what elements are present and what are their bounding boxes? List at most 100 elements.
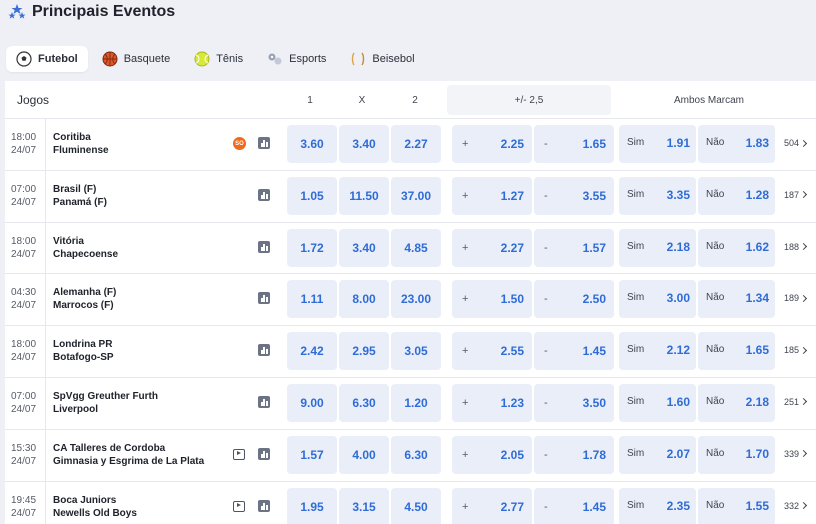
minus-label: -	[544, 448, 548, 461]
odd-draw-button[interactable]: 3.15	[339, 487, 389, 524]
stats-icon[interactable]	[258, 188, 270, 201]
match-teams[interactable]: SpVgg Greuther Furth Liverpool	[53, 390, 158, 416]
odd-home-button[interactable]: 3.60	[287, 125, 337, 163]
both-score-yes-button[interactable]: Sim 1.91	[619, 125, 696, 163]
home-team: Vitória	[53, 235, 84, 247]
stats-icon[interactable]	[258, 344, 270, 357]
stats-icon[interactable]	[258, 240, 270, 253]
tab-futebol[interactable]: Futebol	[6, 46, 88, 72]
more-markets-link[interactable]: 339	[784, 449, 808, 459]
tab-esports[interactable]: Esports	[257, 46, 336, 72]
both-score-yes-button[interactable]: Sim 3.35	[619, 176, 696, 215]
tab-beisebol[interactable]: Beisebol	[340, 46, 424, 72]
both-score-no-button[interactable]: Não 1.70	[698, 435, 775, 474]
more-markets-link[interactable]: 504	[784, 138, 808, 148]
match-teams[interactable]: Vitória Chapecoense	[53, 235, 118, 261]
tab-basquete[interactable]: Basquete	[92, 46, 180, 72]
live-stream-icon[interactable]	[233, 448, 245, 460]
match-teams[interactable]: Alemanha (F) Marrocos (F)	[53, 286, 116, 312]
under-button[interactable]: - 1.78	[534, 435, 614, 474]
more-markets-link[interactable]: 189	[784, 293, 808, 303]
both-score-no-button[interactable]: Não 1.34	[698, 280, 775, 319]
table-body: 18:00 24/07 Coritiba Fluminense SO 3.60 3.40 2.…	[5, 119, 816, 524]
special-offer-badge[interactable]: SO	[233, 137, 246, 150]
more-markets-link[interactable]: 185	[784, 345, 808, 355]
under-button[interactable]: - 3.55	[534, 176, 614, 215]
nao-odd: 1.83	[745, 136, 769, 150]
match-teams[interactable]: Coritiba Fluminense	[53, 131, 109, 157]
match-teams[interactable]: Brasil (F) Panamá (F)	[53, 183, 107, 209]
odd-home-button[interactable]: 1.05	[287, 176, 337, 215]
both-score-yes-button[interactable]: Sim 1.60	[619, 383, 696, 422]
both-score-no-button[interactable]: Não 1.55	[698, 487, 775, 524]
over-button[interactable]: +1.27	[452, 176, 532, 215]
both-score-no-button[interactable]: Não 1.28	[698, 176, 775, 215]
both-score-yes-button[interactable]: Sim 2.12	[619, 332, 696, 371]
minus-label: -	[544, 293, 548, 306]
odd-draw-button[interactable]: 3.40	[339, 125, 389, 163]
stats-icon[interactable]	[258, 499, 270, 512]
more-markets-link[interactable]: 187	[784, 190, 808, 200]
both-score-yes-button[interactable]: Sim 3.00	[619, 280, 696, 319]
odd-away-button[interactable]: 4.85	[391, 228, 441, 267]
over-button[interactable]: +2.55	[452, 332, 532, 371]
match-time: 15:30 24/07	[11, 442, 36, 468]
over-button[interactable]: +1.50	[452, 280, 532, 319]
under-button[interactable]: - 1.57	[534, 228, 614, 267]
odd-home-button[interactable]: 1.72	[287, 228, 337, 267]
stats-icon[interactable]	[258, 447, 270, 460]
more-markets-link[interactable]: 251	[784, 397, 808, 407]
both-score-no-button[interactable]: Não 1.83	[698, 125, 775, 163]
date-text: 24/07	[11, 403, 37, 415]
odd-away-button[interactable]: 4.50	[391, 487, 441, 524]
both-score-yes-button[interactable]: Sim 2.07	[619, 435, 696, 474]
odd-draw-button[interactable]: 2.95	[339, 332, 389, 371]
both-score-no-button[interactable]: Não 1.65	[698, 332, 775, 371]
odd-away-button[interactable]: 6.30	[391, 435, 441, 474]
stats-icon[interactable]	[258, 137, 270, 149]
match-teams[interactable]: CA Talleres de Cordoba Gimnasia y Esgrima…	[53, 442, 204, 468]
stats-icon[interactable]	[258, 292, 270, 305]
under-button[interactable]: - 1.45	[534, 332, 614, 371]
odd-home-button[interactable]: 9.00	[287, 383, 337, 422]
nao-label: Não	[706, 292, 725, 304]
over-button[interactable]: +1.23	[452, 383, 532, 422]
odd-draw-button[interactable]: 6.30	[339, 383, 389, 422]
nao-odd: 1.55	[745, 498, 769, 513]
odd-away-button[interactable]: 23.00	[391, 280, 441, 319]
under-button[interactable]: - 3.50	[534, 383, 614, 422]
live-stream-icon[interactable]	[233, 500, 245, 512]
match-teams[interactable]: Boca Juniors Newells Old Boys	[53, 494, 137, 520]
both-score-yes-button[interactable]: Sim 2.35	[619, 487, 696, 524]
odd-draw-button[interactable]: 8.00	[339, 280, 389, 319]
over-button[interactable]: +2.25	[452, 125, 532, 163]
over-button[interactable]: +2.27	[452, 228, 532, 267]
odd-home-button[interactable]: 1.95	[287, 487, 337, 524]
over-button[interactable]: +2.05	[452, 435, 532, 474]
more-markets-link[interactable]: 332	[784, 501, 808, 511]
home-team: CA Talleres de Cordoba	[53, 442, 166, 454]
tab-tenis[interactable]: Tênis	[184, 46, 253, 72]
odd-draw-button[interactable]: 3.40	[339, 228, 389, 267]
away-team: Newells Old Boys	[53, 507, 137, 519]
odd-away-button[interactable]: 37.00	[391, 176, 441, 215]
over-button[interactable]: +2.77	[452, 487, 532, 524]
match-teams[interactable]: Londrina PR Botafogo-SP	[53, 338, 114, 364]
both-score-no-button[interactable]: Não 1.62	[698, 228, 775, 267]
odd-home-button[interactable]: 2.42	[287, 332, 337, 371]
odd-away-button[interactable]: 1.20	[391, 383, 441, 422]
odd-away-button[interactable]: 3.05	[391, 332, 441, 371]
odd-home-button[interactable]: 1.11	[287, 280, 337, 319]
more-markets-link[interactable]: 188	[784, 242, 808, 252]
both-score-yes-button[interactable]: Sim 2.18	[619, 228, 696, 267]
odd-away-button[interactable]: 2.27	[391, 125, 441, 163]
under-button[interactable]: - 2.50	[534, 280, 614, 319]
stats-icon[interactable]	[258, 395, 270, 408]
under-button[interactable]: - 1.45	[534, 487, 614, 524]
match-time: 04:30 24/07	[11, 286, 36, 312]
odd-draw-button[interactable]: 4.00	[339, 435, 389, 474]
odd-draw-button[interactable]: 11.50	[339, 176, 389, 215]
odd-home-button[interactable]: 1.57	[287, 435, 337, 474]
both-score-no-button[interactable]: Não 2.18	[698, 383, 775, 422]
under-button[interactable]: - 1.65	[534, 125, 614, 163]
